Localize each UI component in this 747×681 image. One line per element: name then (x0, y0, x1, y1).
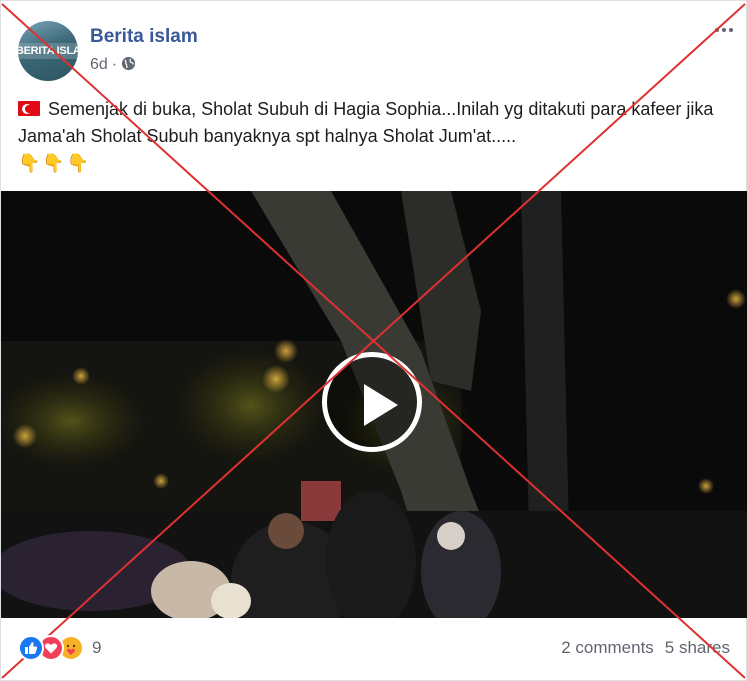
play-triangle (364, 384, 398, 426)
page-name-link[interactable]: Berita islam (90, 26, 198, 48)
reaction-summary[interactable]: 9 (18, 633, 101, 663)
globe-icon (122, 56, 136, 71)
point-down-icon: 👇 (66, 153, 90, 173)
point-down-icon: 👇 (42, 153, 65, 173)
play-icon[interactable] (322, 352, 422, 452)
avatar-logo-text: BERITA ISLAM (18, 45, 78, 57)
like-reaction-icon (18, 635, 44, 661)
post-card: BERITA ISLAM Berita islam 6d· Semenjak d… (0, 0, 747, 681)
shares-count-link[interactable]: 5 shares (665, 638, 730, 657)
point-down-icon: 👇 (18, 153, 41, 173)
post-text: Semenjak di buka, Sholat Subuh di Hagia … (18, 96, 733, 177)
more-dot (715, 28, 719, 32)
post-meta: 6d · (90, 56, 136, 74)
turkey-flag-icon (18, 101, 40, 116)
post-timestamp[interactable]: 6d (90, 56, 108, 73)
meta-separator: · (111, 56, 118, 73)
more-icon[interactable] (711, 23, 737, 37)
engagement-stats: 2 comments 5 shares (561, 638, 730, 658)
page-avatar[interactable]: BERITA ISLAM (18, 21, 78, 81)
more-dot (722, 28, 726, 32)
post-text-body: Semenjak di buka, Sholat Subuh di Hagia … (18, 99, 714, 146)
more-dot (729, 28, 733, 32)
reaction-count[interactable]: 9 (92, 638, 101, 658)
comments-count-link[interactable]: 2 comments (561, 638, 654, 657)
